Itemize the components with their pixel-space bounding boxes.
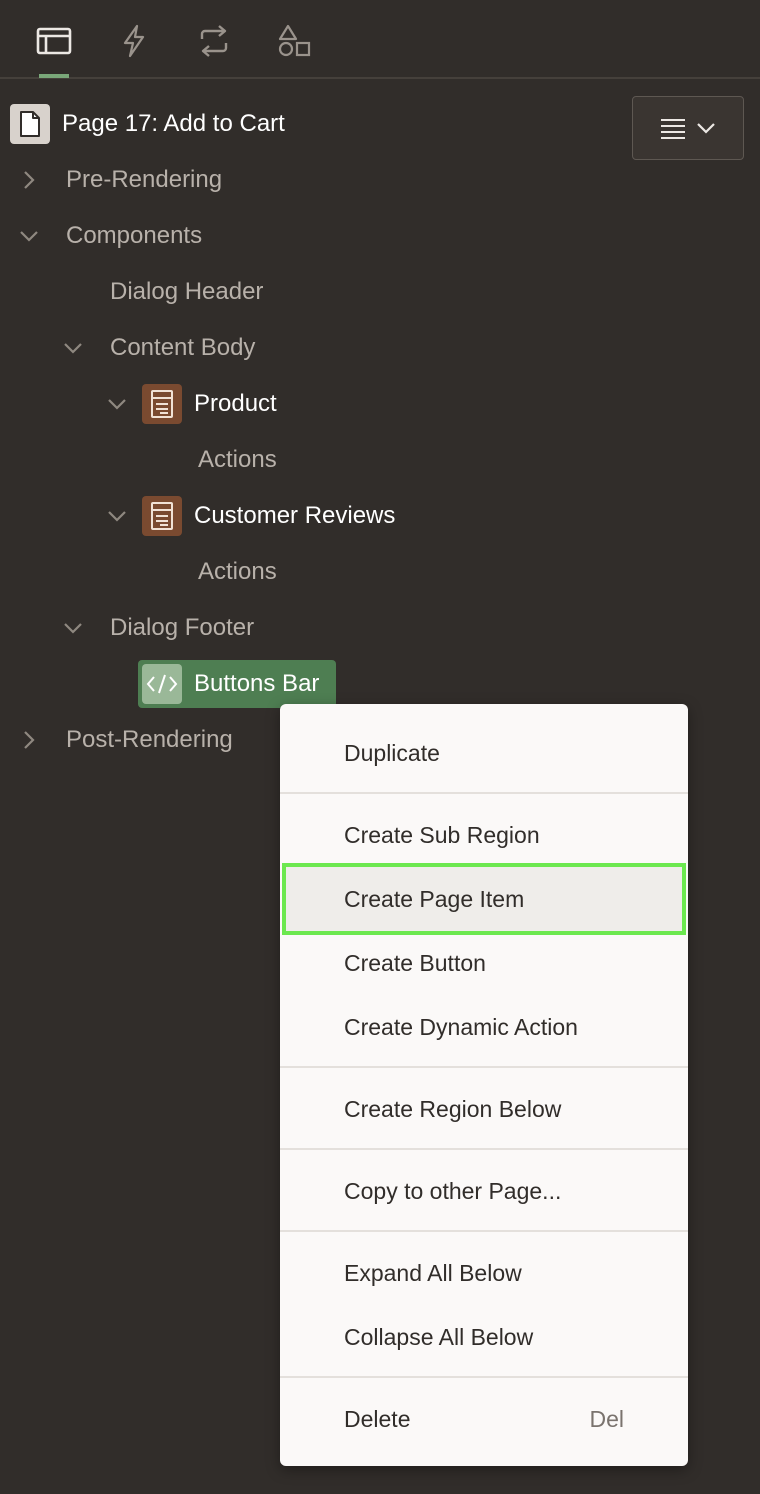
expand-post-rendering-toggle[interactable] bbox=[16, 727, 42, 753]
chevron-down-icon bbox=[64, 623, 82, 634]
tab-shared-components[interactable] bbox=[271, 18, 317, 64]
tree-node-content-body[interactable]: Content Body bbox=[110, 324, 255, 372]
tree-menu-button[interactable] bbox=[632, 96, 744, 160]
context-menu: Duplicate Create Sub Region Create Page … bbox=[280, 704, 688, 1466]
menu-item-collapse-all-below[interactable]: Collapse All Below bbox=[280, 1305, 688, 1369]
chevron-down-icon bbox=[108, 399, 126, 410]
tree-node-reviews-actions[interactable]: Actions bbox=[198, 548, 277, 596]
hamburger-icon bbox=[661, 119, 685, 139]
tree-node-pre-rendering[interactable]: Pre-Rendering bbox=[66, 156, 222, 204]
page-icon bbox=[10, 104, 50, 144]
tree-node-components[interactable]: Components bbox=[66, 212, 202, 260]
menu-divider bbox=[280, 792, 688, 794]
menu-item-create-button[interactable]: Create Button bbox=[280, 931, 688, 995]
chevron-down-icon bbox=[108, 511, 126, 522]
tree-node-post-rendering[interactable]: Post-Rendering bbox=[66, 716, 233, 764]
chevron-down-icon bbox=[64, 343, 82, 354]
tab-bar bbox=[0, 0, 760, 79]
expand-pre-rendering-toggle[interactable] bbox=[16, 167, 42, 193]
tree-node-dialog-footer[interactable]: Dialog Footer bbox=[110, 604, 254, 652]
lightning-icon bbox=[123, 24, 145, 58]
region-icon bbox=[142, 496, 182, 536]
collapse-dialog-footer-toggle[interactable] bbox=[60, 615, 86, 641]
tab-dynamic-actions[interactable] bbox=[111, 18, 157, 64]
tab-processing[interactable] bbox=[191, 18, 237, 64]
menu-item-delete-label: Delete bbox=[344, 1405, 411, 1432]
chevron-down-icon bbox=[20, 231, 38, 242]
menu-divider bbox=[280, 1066, 688, 1068]
menu-divider bbox=[280, 1376, 688, 1378]
menu-item-create-page-item[interactable]: Create Page Item bbox=[286, 867, 682, 931]
tree-node-product[interactable]: Product bbox=[194, 380, 277, 428]
menu-item-create-region-below[interactable]: Create Region Below bbox=[280, 1077, 688, 1141]
collapse-components-toggle[interactable] bbox=[16, 223, 42, 249]
delete-shortcut-hint: Del bbox=[589, 1405, 624, 1432]
menu-item-delete[interactable]: Delete Del bbox=[280, 1387, 688, 1451]
tree-node-dialog-header[interactable]: Dialog Header bbox=[110, 268, 263, 316]
chevron-down-icon bbox=[697, 123, 715, 134]
collapse-product-toggle[interactable] bbox=[104, 391, 130, 417]
menu-item-expand-all-below[interactable]: Expand All Below bbox=[280, 1241, 688, 1305]
chevron-right-icon bbox=[24, 731, 35, 749]
menu-divider bbox=[280, 1230, 688, 1232]
chevron-right-icon bbox=[24, 171, 35, 189]
processing-cycle-icon bbox=[200, 25, 228, 57]
collapse-content-body-toggle[interactable] bbox=[60, 335, 86, 361]
menu-item-copy-to-other-page[interactable]: Copy to other Page... bbox=[280, 1159, 688, 1223]
rendering-tree-icon bbox=[36, 27, 72, 55]
page-title[interactable]: Page 17: Add to Cart bbox=[62, 100, 285, 148]
menu-item-duplicate[interactable]: Duplicate bbox=[280, 721, 688, 785]
tree-node-buttons-bar[interactable]: Buttons Bar bbox=[194, 660, 319, 708]
menu-item-create-sub-region[interactable]: Create Sub Region bbox=[280, 803, 688, 867]
tree-node-product-actions[interactable]: Actions bbox=[198, 436, 277, 484]
region-icon bbox=[142, 384, 182, 424]
code-icon bbox=[142, 664, 182, 704]
collapse-customer-reviews-toggle[interactable] bbox=[104, 503, 130, 529]
tree-node-customer-reviews[interactable]: Customer Reviews bbox=[194, 492, 395, 540]
menu-divider bbox=[280, 1148, 688, 1150]
menu-item-create-dynamic-action[interactable]: Create Dynamic Action bbox=[280, 995, 688, 1059]
shapes-icon bbox=[278, 24, 311, 57]
tab-rendering[interactable] bbox=[31, 18, 77, 78]
